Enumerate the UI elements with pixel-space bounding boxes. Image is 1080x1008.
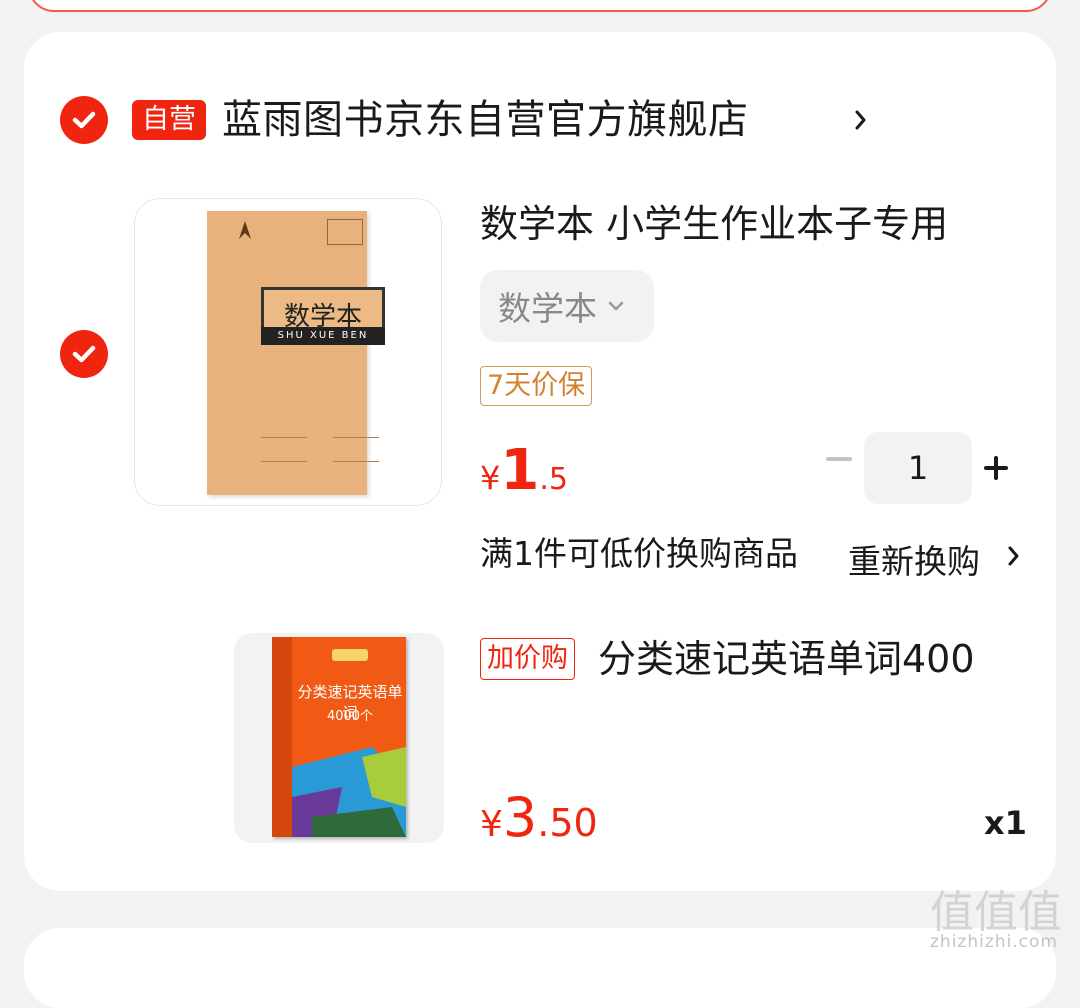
- cover-field-line: [261, 437, 307, 438]
- addon-quantity: x1: [984, 804, 1027, 842]
- quantity-input[interactable]: 1: [864, 432, 972, 504]
- book-cover-image: 分类速记英语单词 4000个: [272, 637, 406, 837]
- addon-thumbnail[interactable]: 分类速记英语单词 4000个: [234, 633, 444, 843]
- price-decimal: .50: [537, 801, 598, 845]
- cover-field-line: [333, 461, 379, 462]
- book-cover-subtitle: 4000个: [326, 709, 374, 724]
- chevron-right-icon[interactable]: [852, 104, 870, 136]
- product-thumbnail[interactable]: 数学本 SHU XUE BEN: [134, 198, 442, 506]
- check-icon: [72, 345, 96, 363]
- decrease-quantity-button[interactable]: [826, 457, 852, 461]
- product-select-checkbox[interactable]: [60, 330, 108, 378]
- currency-symbol: ¥: [480, 804, 503, 845]
- cover-label-box: [332, 649, 368, 661]
- addon-purchase-tag: 加价购: [480, 638, 575, 680]
- addon-title[interactable]: 分类速记英语单词400: [598, 634, 975, 684]
- watermark-text: zhizhizhi.com: [930, 932, 1058, 952]
- variant-label: 数学本: [498, 289, 597, 328]
- watermark-logo: 值值值: [930, 887, 1062, 938]
- exchange-promo-text: 满1件可低价换购商品: [480, 534, 798, 573]
- check-icon: [72, 111, 96, 129]
- increase-quantity-button[interactable]: [984, 456, 1008, 480]
- variant-selector[interactable]: 数学本: [480, 270, 654, 342]
- cover-field-line: [333, 437, 379, 438]
- price-integer: 3: [502, 786, 538, 849]
- cover-subtitle: SHU XUE BEN: [261, 327, 385, 345]
- notebook-cover-image: 数学本 SHU XUE BEN: [207, 211, 385, 495]
- watermark: 值值值 zhizhizhi.com: [928, 876, 1074, 956]
- chevron-right-icon[interactable]: [1006, 542, 1022, 570]
- next-shop-card: [24, 928, 1056, 1008]
- brand-logo-icon: [239, 221, 251, 239]
- product-title[interactable]: 数学本 小学生作业本子专用: [480, 200, 948, 248]
- currency-symbol: ¥: [480, 459, 501, 497]
- previous-shop-card: [28, 0, 1052, 12]
- cover-label-box: [327, 219, 363, 245]
- price-protection-tag: 7天价保: [480, 366, 593, 406]
- shop-name-link[interactable]: 蓝雨图书京东自营官方旗舰店: [222, 94, 749, 146]
- cover-graphic: [292, 747, 406, 837]
- self-operated-badge: 自营: [132, 100, 206, 140]
- product-price: ¥1.5: [480, 438, 568, 503]
- cover-field-line: [261, 461, 307, 462]
- shop-select-checkbox[interactable]: [60, 96, 108, 144]
- rebuy-link[interactable]: 重新换购: [848, 540, 980, 584]
- price-decimal: .5: [539, 462, 568, 497]
- addon-price: ¥3.50: [480, 786, 598, 849]
- chevron-down-icon: [608, 301, 624, 311]
- price-integer: 1: [500, 438, 540, 503]
